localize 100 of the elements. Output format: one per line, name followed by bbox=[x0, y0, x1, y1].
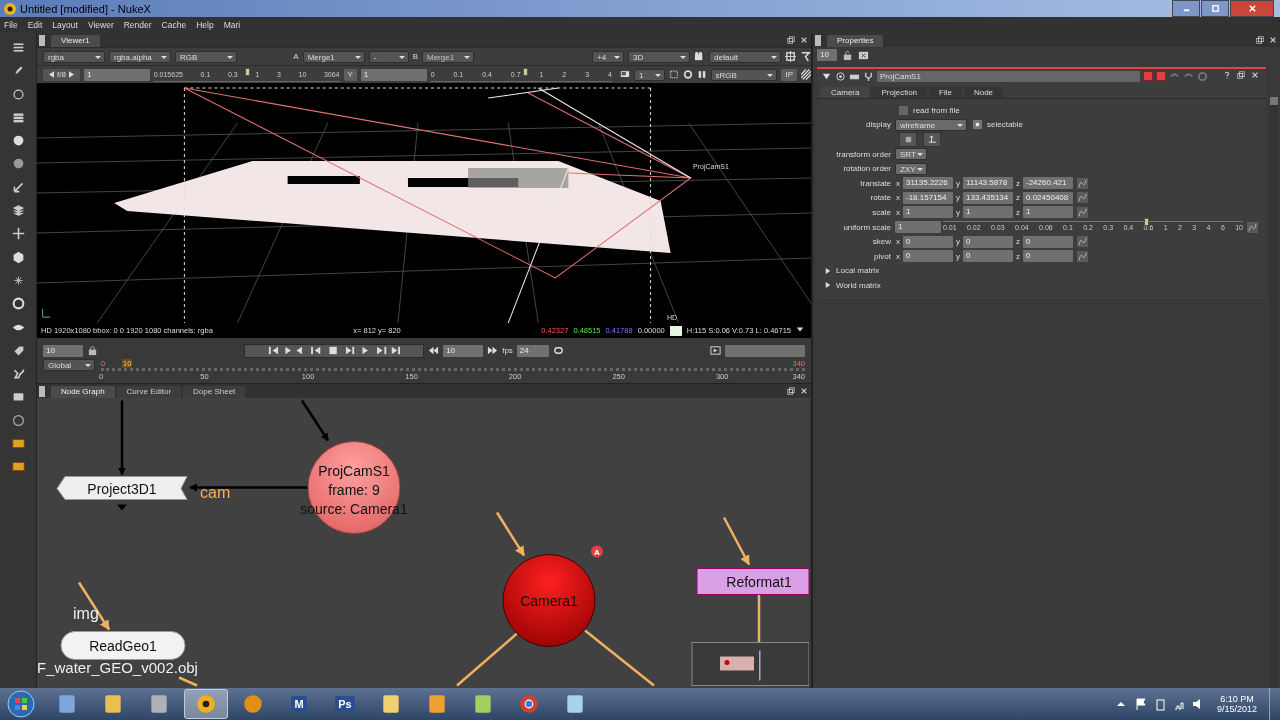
slider-thumb[interactable] bbox=[244, 68, 250, 76]
float-icon[interactable] bbox=[1237, 70, 1245, 79]
value-field[interactable]: 0 bbox=[903, 235, 953, 248]
toolbar-icon[interactable] bbox=[11, 41, 25, 54]
toolbar-icon[interactable] bbox=[11, 87, 25, 101]
plugin-icon[interactable] bbox=[11, 437, 25, 451]
curve-icon[interactable] bbox=[1077, 236, 1088, 248]
range-dropdown[interactable]: Global bbox=[43, 359, 95, 371]
order-dropdown[interactable]: SRT bbox=[895, 148, 927, 161]
toolbar-icon[interactable] bbox=[11, 390, 25, 404]
float-icon[interactable] bbox=[787, 36, 795, 44]
maximize-button[interactable] bbox=[1201, 0, 1229, 17]
minimap[interactable] bbox=[691, 642, 809, 686]
close-icon[interactable] bbox=[1251, 70, 1259, 79]
camera-dropdown[interactable]: default bbox=[709, 50, 781, 63]
node-name-field[interactable]: ProjCamS1 bbox=[877, 70, 1140, 82]
fast-forward-icon[interactable] bbox=[487, 345, 499, 356]
checkbox[interactable] bbox=[899, 105, 908, 115]
slider-thumb[interactable] bbox=[523, 68, 529, 76]
caret-icon[interactable] bbox=[796, 325, 804, 333]
panel-grip[interactable] bbox=[815, 35, 821, 46]
value-field[interactable]: 31135.2226 bbox=[903, 177, 953, 190]
value-field[interactable]: 0 bbox=[1023, 235, 1073, 248]
close-icon[interactable] bbox=[800, 36, 808, 44]
fork-icon[interactable] bbox=[863, 70, 874, 82]
slider-thumb[interactable] bbox=[1144, 218, 1149, 227]
lock-icon[interactable] bbox=[87, 345, 98, 356]
taskbar-app[interactable]: M bbox=[278, 690, 320, 718]
node[interactable]: Project3D1 bbox=[56, 476, 188, 500]
toolbar-icon[interactable] bbox=[11, 110, 25, 124]
properties-tab[interactable]: Node bbox=[963, 87, 1004, 98]
roi-icon[interactable] bbox=[668, 69, 679, 80]
channel-dropdown[interactable]: rgba bbox=[43, 50, 105, 63]
taskbar-app[interactable]: Ps bbox=[324, 690, 366, 718]
close-icon[interactable] bbox=[800, 387, 808, 395]
refresh-icon[interactable] bbox=[682, 69, 693, 80]
menu-item[interactable]: Mari bbox=[223, 20, 241, 30]
fstop-control[interactable]: f/8 bbox=[43, 68, 80, 81]
value-field[interactable]: 0 bbox=[903, 250, 953, 263]
colorspace-dropdown[interactable]: sRGB bbox=[710, 68, 778, 81]
properties-tab[interactable]: Camera bbox=[821, 87, 870, 98]
toolbar-icon[interactable] bbox=[11, 180, 25, 194]
node[interactable]: Reformat1 bbox=[696, 568, 809, 595]
curve-icon[interactable] bbox=[1077, 192, 1088, 204]
panel-tab[interactable]: Curve Editor bbox=[116, 386, 182, 398]
loop-icon[interactable] bbox=[552, 345, 564, 356]
input-dropdown[interactable]: Merge1 bbox=[302, 50, 365, 63]
downscale-dropdown[interactable]: +4 bbox=[592, 50, 624, 63]
help-icon[interactable] bbox=[1223, 70, 1231, 79]
start-button[interactable] bbox=[6, 689, 36, 719]
toolbar-icon[interactable] bbox=[11, 273, 25, 287]
value-field[interactable]: 0.02450408 bbox=[1023, 191, 1073, 204]
toolbar-icon[interactable] bbox=[11, 157, 25, 171]
value-field[interactable]: 11143.5878 bbox=[963, 177, 1013, 190]
max-panels-field[interactable]: 10 bbox=[817, 49, 837, 61]
center-icon[interactable] bbox=[835, 70, 846, 82]
curve-icon[interactable] bbox=[1077, 206, 1088, 218]
close-button[interactable] bbox=[1230, 0, 1274, 17]
menu-item[interactable]: Help bbox=[196, 20, 214, 30]
value-field[interactable]: 1 bbox=[963, 206, 1013, 219]
close-icon[interactable] bbox=[1269, 36, 1277, 44]
curve-icon[interactable] bbox=[1247, 221, 1258, 233]
display-dropdown[interactable]: wireframe bbox=[895, 118, 967, 131]
increment-field[interactable]: 10 bbox=[443, 344, 484, 357]
toolbar-icon[interactable] bbox=[11, 367, 25, 381]
panel-grip[interactable] bbox=[39, 386, 45, 397]
value-field[interactable]: 0 bbox=[963, 250, 1013, 263]
rewind-icon[interactable] bbox=[428, 345, 440, 356]
value-field[interactable]: -18.157154 bbox=[903, 191, 953, 204]
ip-button[interactable]: IP bbox=[781, 68, 797, 81]
menu-item[interactable]: Render bbox=[123, 20, 152, 30]
frame-field[interactable]: 10 bbox=[43, 344, 83, 357]
file-button[interactable] bbox=[899, 132, 917, 147]
value-field[interactable]: 1 bbox=[1023, 206, 1073, 219]
compare-dropdown[interactable]: - bbox=[368, 50, 409, 63]
toolbar-icon[interactable] bbox=[11, 413, 25, 427]
channel-dropdown[interactable]: RGB bbox=[175, 50, 237, 63]
group-toggle[interactable]: World matrix bbox=[817, 280, 881, 290]
curve-icon[interactable] bbox=[1077, 250, 1088, 262]
plugin-icon[interactable] bbox=[11, 460, 25, 474]
proxy-dropdown[interactable]: 1 bbox=[633, 68, 665, 81]
value-field[interactable]: 1 bbox=[895, 221, 941, 234]
value-field[interactable]: 0 bbox=[1023, 250, 1073, 263]
toolbar-icon[interactable] bbox=[11, 134, 25, 148]
value-field[interactable]: 1 bbox=[903, 206, 953, 219]
order-dropdown[interactable]: ZXY bbox=[895, 162, 927, 175]
properties-tab[interactable]: Properties bbox=[827, 35, 884, 47]
toolbar-icon[interactable] bbox=[11, 204, 25, 218]
lock-icon[interactable] bbox=[842, 49, 853, 61]
panel-tab[interactable]: Node Graph bbox=[51, 386, 115, 398]
play-icon[interactable] bbox=[710, 345, 721, 356]
taskbar-app[interactable] bbox=[184, 689, 228, 719]
scrollbar[interactable] bbox=[1270, 97, 1278, 688]
menu-item[interactable]: Edit bbox=[27, 20, 43, 30]
gamma-field[interactable]: 1 bbox=[360, 68, 427, 81]
value-field[interactable]: -24260.421 bbox=[1023, 177, 1073, 190]
range-field[interactable] bbox=[725, 344, 805, 357]
float-icon[interactable] bbox=[1256, 36, 1264, 44]
fps-field[interactable]: 24 bbox=[516, 344, 549, 357]
value-field[interactable]: 0 bbox=[963, 235, 1013, 248]
